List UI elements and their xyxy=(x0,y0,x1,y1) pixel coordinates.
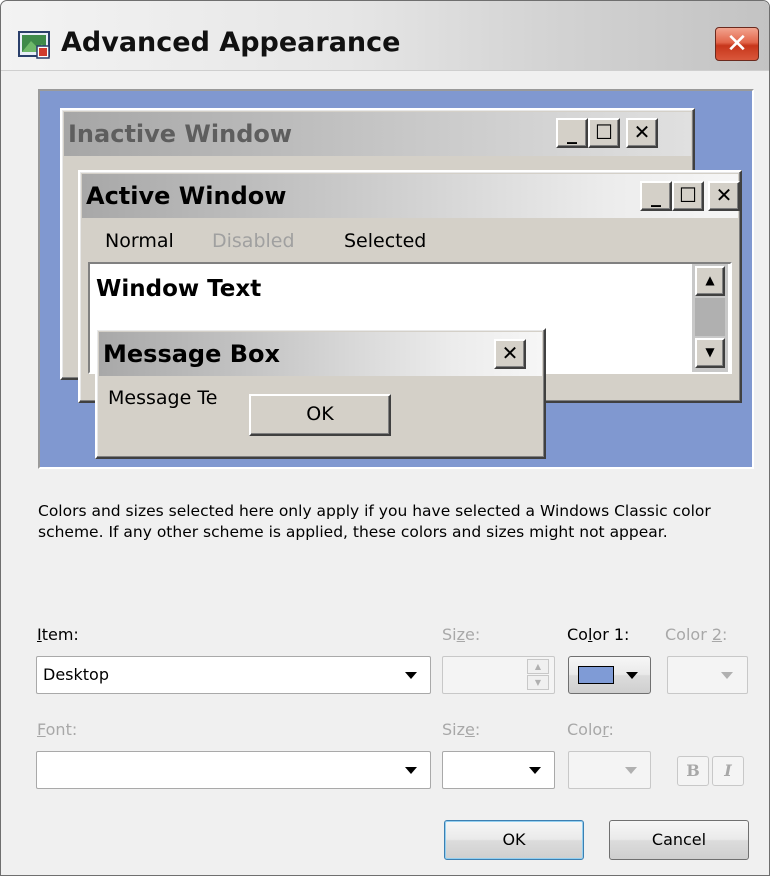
message-box-title: Message Box xyxy=(103,340,280,368)
menu-item-selected[interactable]: Selected xyxy=(344,230,426,252)
message-box-preview[interactable]: Message Box ✕ Message Te OK xyxy=(95,328,546,459)
chevron-down-icon xyxy=(405,767,417,774)
message-box-close-icon[interactable]: ✕ xyxy=(494,339,526,369)
item-label: Item: xyxy=(37,625,79,644)
inactive-close-icon[interactable]: ✕ xyxy=(626,118,658,148)
inactive-maximize-icon[interactable]: ☐ xyxy=(588,118,620,148)
menu-item-disabled[interactable]: Disabled xyxy=(212,230,295,252)
color-1-label: Color 1: xyxy=(567,625,630,644)
font-size-label: Size: xyxy=(442,720,481,739)
message-ok-button[interactable]: OK xyxy=(249,394,391,436)
cancel-button[interactable]: Cancel xyxy=(609,820,749,860)
font-size-dropdown[interactable] xyxy=(442,751,555,789)
item-size-spinner[interactable]: ▲ ▼ xyxy=(442,656,555,694)
chevron-down-icon xyxy=(405,672,417,679)
inactive-window-title: Inactive Window xyxy=(68,120,293,148)
chevron-down-icon xyxy=(625,767,637,774)
font-color-picker[interactable] xyxy=(568,751,651,789)
appearance-preview[interactable]: Inactive Window _ ☐ ✕ Active Window _ ☐ … xyxy=(38,89,754,469)
italic-button[interactable]: I xyxy=(712,756,744,786)
bold-button[interactable]: B xyxy=(677,756,709,786)
active-minimize-icon[interactable]: _ xyxy=(640,181,672,211)
advanced-appearance-dialog: Advanced Appearance ✕ Inactive Window _ … xyxy=(0,0,770,876)
color-1-swatch xyxy=(578,666,614,684)
active-close-icon[interactable]: ✕ xyxy=(708,181,740,211)
window-text-label: Window Text xyxy=(96,276,262,302)
item-dropdown-value: Desktop xyxy=(43,665,109,684)
spin-down-icon[interactable]: ▼ xyxy=(527,675,549,690)
item-size-label: Size: xyxy=(442,625,481,644)
scroll-up-icon[interactable]: ▲ xyxy=(695,266,725,296)
color-2-picker[interactable] xyxy=(667,656,748,694)
font-dropdown[interactable] xyxy=(36,751,431,789)
scheme-description: Colors and sizes selected here only appl… xyxy=(38,502,711,541)
color-2-label: Color 2: xyxy=(665,625,728,644)
scroll-track[interactable] xyxy=(695,298,725,336)
menu-item-normal[interactable]: Normal xyxy=(105,230,174,252)
chevron-down-icon xyxy=(721,672,733,679)
display-properties-icon xyxy=(18,31,50,59)
inactive-minimize-icon[interactable]: _ xyxy=(556,118,588,148)
chevron-down-icon xyxy=(626,672,638,679)
color-1-picker[interactable] xyxy=(568,656,651,694)
ok-button[interactable]: OK xyxy=(444,820,584,860)
spin-up-icon[interactable]: ▲ xyxy=(527,659,549,674)
scroll-down-icon[interactable]: ▼ xyxy=(695,338,725,368)
item-dropdown[interactable]: Desktop xyxy=(36,656,431,694)
close-icon[interactable]: ✕ xyxy=(715,27,759,61)
font-label: Font: xyxy=(37,720,78,739)
vertical-scrollbar[interactable]: ▲ ▼ xyxy=(692,264,728,372)
active-window-title: Active Window xyxy=(86,182,287,210)
message-box-caption: Message Box xyxy=(99,332,542,376)
font-color-label: Color: xyxy=(567,720,614,739)
dialog-title: Advanced Appearance xyxy=(61,27,401,58)
title-bar[interactable]: Advanced Appearance ✕ xyxy=(1,1,769,71)
active-maximize-icon[interactable]: ☐ xyxy=(672,181,704,211)
chevron-down-icon xyxy=(529,767,541,774)
message-text: Message Te xyxy=(108,387,218,409)
